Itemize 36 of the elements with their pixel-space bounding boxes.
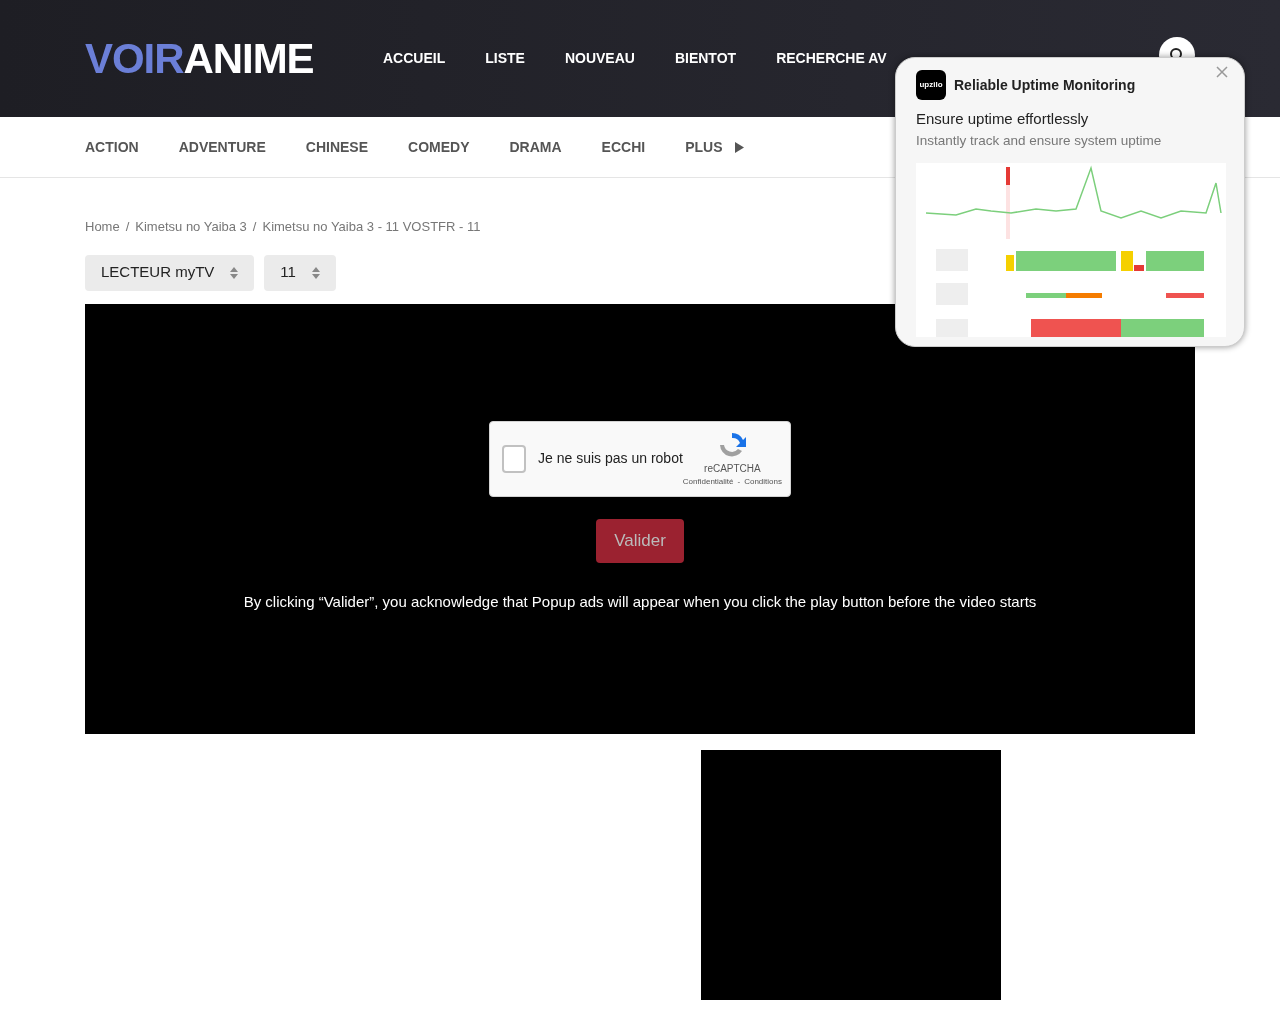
breadcrumb-separator: / <box>125 218 130 236</box>
breadcrumb-link[interactable]: Kimetsu no Yaiba 3 <box>135 217 247 237</box>
player-select[interactable]: LECTEUR myTV <box>85 254 255 291</box>
genre-link[interactable]: ACTION <box>85 136 139 158</box>
nav-link[interactable]: NOUVEAU <box>564 48 635 69</box>
breadcrumb-separator: / <box>252 218 257 236</box>
close-button[interactable] <box>1216 66 1228 78</box>
nav-link[interactable]: LISTE <box>485 48 525 69</box>
link-separator: - <box>737 476 741 488</box>
captcha-label: Je ne suis pas un robot <box>538 449 683 468</box>
recaptcha-brand: reCAPTCHA <box>704 462 761 476</box>
breadcrumb-link[interactable]: Kimetsu no Yaiba 3 - 11 VOSTFR - 11 <box>262 217 481 237</box>
nav-link[interactable]: BIENTOT <box>674 48 737 69</box>
player-select[interactable]: 11 <box>264 254 336 291</box>
nav-link[interactable]: RECHERCHE AV <box>776 48 887 69</box>
privacy-link[interactable]: Confidentialité <box>682 476 734 488</box>
genre-link[interactable]: CHINESE <box>305 136 369 158</box>
close-icon <box>1216 66 1228 78</box>
app-logo: upzilo <box>916 70 946 100</box>
genre-link[interactable]: COMEDY <box>408 136 470 158</box>
genre-link[interactable]: DRAMA <box>509 136 562 158</box>
genre-link[interactable]: PLUS <box>685 136 744 158</box>
genre-link[interactable]: ECCHI <box>601 136 646 158</box>
nav-link[interactable]: ACCUEIL <box>383 48 446 69</box>
sort-icon <box>311 266 320 279</box>
sort-icon <box>230 266 239 279</box>
popup-headline: Ensure uptime effortlessly <box>916 109 1090 129</box>
site-logo[interactable]: VOIRANIME <box>85 37 383 80</box>
terms-link[interactable]: Conditions <box>744 476 782 488</box>
popup-title: Reliable Uptime Monitoring <box>954 75 1136 95</box>
captcha-checkbox[interactable] <box>502 444 527 473</box>
genre-link[interactable]: ADVENTURE <box>178 136 266 158</box>
breadcrumb-link[interactable]: Home <box>85 217 120 237</box>
validate-button[interactable]: Valider <box>596 518 684 563</box>
ads-notice: By clicking “Valider”, you acknowledge that Popup ads will appear when you click the play button before the video starts <box>243 591 1037 612</box>
popup-text: Instantly track and ensure system uptime <box>916 131 1163 150</box>
